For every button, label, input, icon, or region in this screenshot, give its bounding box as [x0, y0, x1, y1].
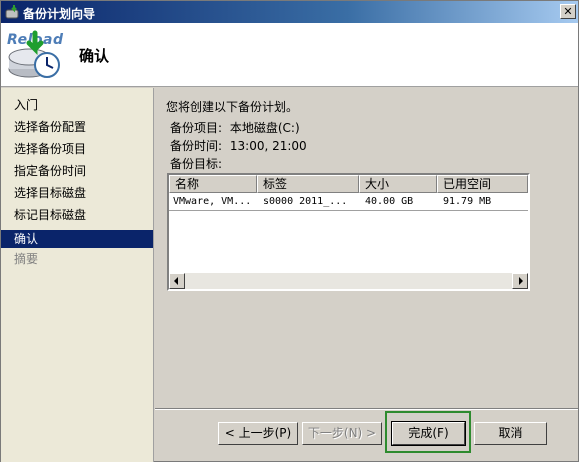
- wizard-header: Reload 确认: [1, 23, 578, 87]
- backup-items-row: 备份项目: 本地磁盘(C:): [170, 119, 300, 136]
- backup-time-label: 备份时间:: [170, 139, 223, 153]
- cancel-button[interactable]: 取消: [474, 422, 547, 445]
- table-row[interactable]: VMware, VM... s0000 2011_... 40.00 GB 91…: [169, 194, 528, 210]
- sidebar-item-backup-config[interactable]: 选择备份配置: [1, 118, 153, 136]
- window-title: 备份计划向导: [23, 7, 96, 21]
- list-column-headers: 名称 标签 大小 已用空间: [169, 175, 528, 193]
- arrow-left-icon: [174, 277, 178, 285]
- sidebar-item-label-disk[interactable]: 标记目标磁盘: [1, 206, 153, 224]
- column-header-name[interactable]: 名称: [169, 175, 257, 193]
- cell-size: 40.00 GB: [365, 196, 414, 207]
- sidebar-item-getting-started[interactable]: 入门: [1, 96, 153, 114]
- backup-time-value: 13:00, 21:00: [229, 139, 307, 153]
- backup-items-value: 本地磁盘(C:): [229, 121, 300, 135]
- title-bar[interactable]: 备份计划向导 ✕: [1, 1, 578, 23]
- backup-target-list[interactable]: 名称 标签 大小 已用空间 VMware, VM... s0000 2011_.…: [167, 173, 530, 291]
- row-divider: [169, 210, 528, 211]
- wizard-app-icon: [5, 5, 19, 19]
- cell-name: VMware, VM...: [173, 196, 252, 207]
- column-header-used-space[interactable]: 已用空间: [437, 175, 528, 193]
- finish-button[interactable]: 完成(F): [391, 421, 466, 446]
- column-header-tag[interactable]: 标签: [257, 175, 359, 193]
- scroll-right-button[interactable]: [512, 273, 528, 289]
- page-title: 确认: [79, 47, 110, 65]
- button-area-divider: [155, 408, 578, 410]
- backup-items-label: 备份项目:: [170, 121, 223, 135]
- backup-schedule-wizard-window: 备份计划向导 ✕ Reload 确认 入门 选择备份配置 选择备份项目 指定备份…: [0, 0, 579, 462]
- intro-text: 您将创建以下备份计划。: [166, 100, 299, 114]
- close-button[interactable]: ✕: [560, 4, 576, 19]
- arrow-right-icon: [519, 277, 523, 285]
- horizontal-scrollbar[interactable]: [169, 273, 528, 289]
- column-header-size[interactable]: 大小: [359, 175, 437, 193]
- sidebar-item-backup-time[interactable]: 指定备份时间: [1, 162, 153, 180]
- backup-target-label: 备份目标:: [170, 157, 223, 171]
- sidebar-item-confirm[interactable]: 确认: [1, 230, 153, 248]
- backup-schedule-icon: [8, 30, 60, 78]
- next-button: 下一步(N) >: [302, 422, 382, 445]
- close-icon: ✕: [563, 5, 573, 18]
- wizard-step-list: 入门 选择备份配置 选择备份项目 指定备份时间 选择目标磁盘 标记目标磁盘 确认…: [1, 88, 154, 462]
- sidebar-item-backup-items[interactable]: 选择备份项目: [1, 140, 153, 158]
- cell-tag: s0000 2011_...: [263, 196, 348, 207]
- cell-used-space: 91.79 MB: [443, 196, 492, 207]
- sidebar-item-target-disk[interactable]: 选择目标磁盘: [1, 184, 153, 202]
- sidebar-item-summary: 摘要: [14, 252, 39, 266]
- back-button[interactable]: < 上一步(P): [218, 422, 298, 445]
- scroll-left-button[interactable]: [169, 273, 185, 289]
- backup-time-row: 备份时间: 13:00, 21:00: [170, 137, 307, 154]
